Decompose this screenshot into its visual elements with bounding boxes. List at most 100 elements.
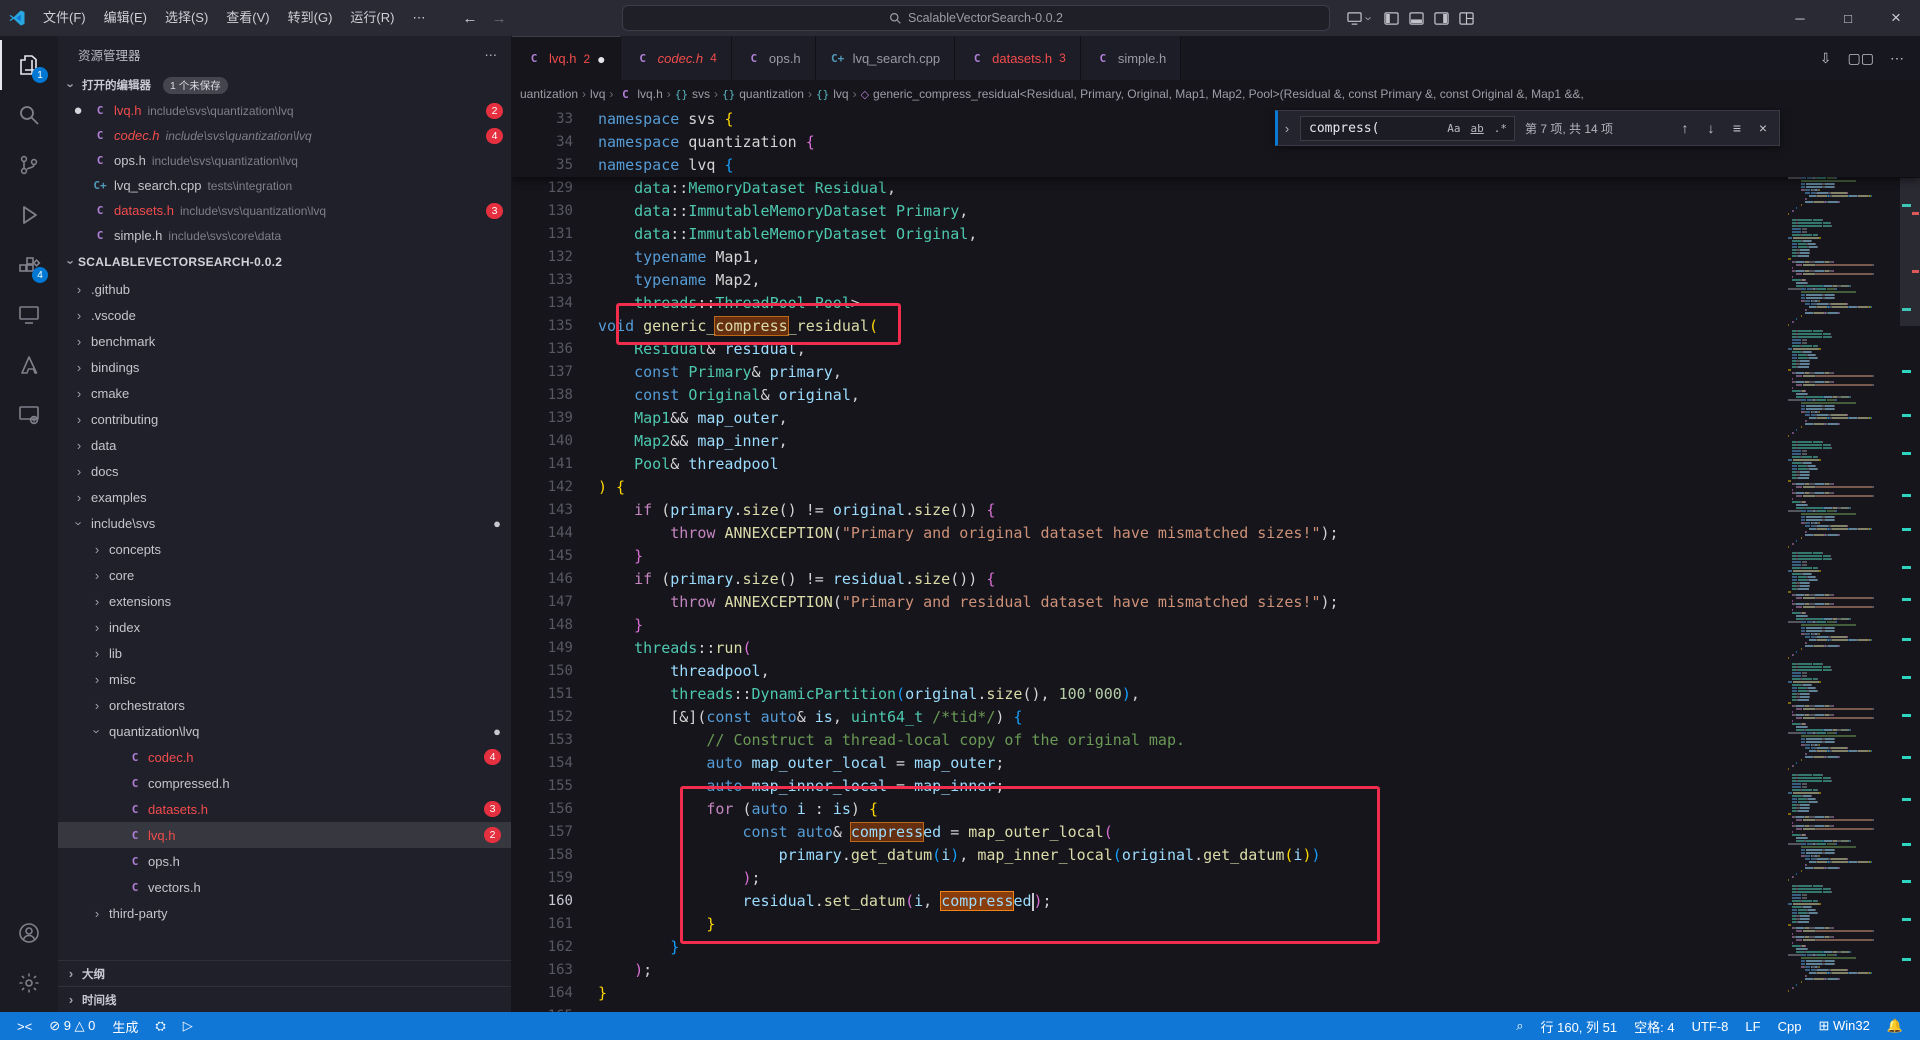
- tree-folder-contributing[interactable]: ›contributing: [58, 406, 511, 432]
- toggle-secondary-sidebar-icon[interactable]: [1434, 11, 1449, 26]
- code-line[interactable]: 158 primary.get_datum(i), map_inner_loca…: [512, 844, 1920, 867]
- menu-item-1[interactable]: 编辑(E): [95, 6, 156, 30]
- code-line[interactable]: 159 );: [512, 867, 1920, 890]
- code-line[interactable]: 141 Pool& threadpool: [512, 453, 1920, 476]
- status-gear-button[interactable]: ⛭: [148, 1012, 172, 1040]
- tree-folder-.github[interactable]: ›.github: [58, 276, 511, 302]
- split-editor-icon[interactable]: ▢▢: [1848, 50, 1874, 67]
- menu-item-3[interactable]: 查看(V): [217, 6, 278, 30]
- tree-file-ops.h[interactable]: Cops.h: [58, 848, 511, 874]
- breadcrumb-item[interactable]: ◇generic_compress_residual<Residual, Pri…: [861, 87, 1584, 101]
- tree-folder-concepts[interactable]: ›concepts: [58, 536, 511, 562]
- open-editor-item[interactable]: Csimple.hinclude\svs\core\data: [58, 223, 511, 248]
- nav-back-icon[interactable]: ←: [462, 10, 477, 27]
- code-line[interactable]: 134 threads::ThreadPool Pool>: [512, 292, 1920, 315]
- status-platform[interactable]: ⊞ Win32: [1811, 1012, 1876, 1040]
- menu-overflow[interactable]: ⋯: [403, 10, 434, 26]
- menu-item-2[interactable]: 选择(S): [156, 6, 217, 30]
- code-line[interactable]: 35namespace lvq {: [512, 154, 1920, 177]
- status-zoom-indicator[interactable]: ⌕: [1509, 1012, 1530, 1040]
- code-line[interactable]: 148 }: [512, 614, 1920, 637]
- code-line[interactable]: 129 data::MemoryDataset Residual,: [512, 177, 1920, 200]
- code-line[interactable]: 157 const auto& compressed = map_outer_l…: [512, 821, 1920, 844]
- tree-folder-misc[interactable]: ›misc: [58, 666, 511, 692]
- scrollbar-slider[interactable]: [1900, 178, 1920, 326]
- toggle-replace-icon[interactable]: ›: [1280, 121, 1294, 136]
- toggle-panel-icon[interactable]: [1409, 11, 1424, 26]
- open-editors-header[interactable]: › 打开的编辑器 1 个未保存: [58, 72, 511, 98]
- match-case-icon[interactable]: Aa: [1444, 121, 1463, 136]
- code-line[interactable]: 139 Map1&& map_outer,: [512, 407, 1920, 430]
- code-line[interactable]: 164}: [512, 982, 1920, 1005]
- tree-folder-docs[interactable]: ›docs: [58, 458, 511, 484]
- open-editor-item[interactable]: C+lvq_search.cpptests\integration: [58, 173, 511, 198]
- code-line[interactable]: 156 for (auto i : is) {: [512, 798, 1920, 821]
- code-line[interactable]: 153 // Construct a thread-local copy of …: [512, 729, 1920, 752]
- customize-layout-icon[interactable]: [1459, 11, 1474, 26]
- tree-folder-examples[interactable]: ›examples: [58, 484, 511, 510]
- breadcrumb-item[interactable]: {}quantization: [722, 87, 804, 101]
- breadcrumb-item[interactable]: Clvq.h: [617, 87, 662, 101]
- tree-file-lvq.h[interactable]: Clvq.h2: [58, 822, 511, 848]
- open-editor-item[interactable]: ●Clvq.hinclude\svs\quantization\lvq2: [58, 98, 511, 123]
- window-minimize-button[interactable]: ─: [1776, 0, 1824, 36]
- code-line[interactable]: 131 data::ImmutableMemoryDataset Origina…: [512, 223, 1920, 246]
- code-line[interactable]: 138 const Original& original,: [512, 384, 1920, 407]
- tree-file-codec.h[interactable]: Ccodec.h4: [58, 744, 511, 770]
- find-previous-icon[interactable]: ↑: [1675, 120, 1695, 136]
- activity-explorer-icon[interactable]: 1: [0, 40, 58, 90]
- code-line[interactable]: 136 Residual& residual,: [512, 338, 1920, 361]
- status-remote-indicator[interactable]: ><: [10, 1012, 39, 1040]
- code-line[interactable]: 149 threads::run(: [512, 637, 1920, 660]
- tree-folder-lib[interactable]: ›lib: [58, 640, 511, 666]
- code-line[interactable]: 165: [512, 1005, 1920, 1012]
- code-line[interactable]: 132 typename Map1,: [512, 246, 1920, 269]
- run-or-download-icon[interactable]: ⇩: [1820, 50, 1832, 67]
- minimap[interactable]: [1788, 108, 1900, 1012]
- code-line[interactable]: 147 throw ANNEXCEPTION("Primary and resi…: [512, 591, 1920, 614]
- code-line[interactable]: 152 [&](const auto& is, uint64_t /*tid*/…: [512, 706, 1920, 729]
- tree-folder-cmake[interactable]: ›cmake: [58, 380, 511, 406]
- status-notifications-bell[interactable]: 🔔: [1880, 1012, 1910, 1040]
- activity-source-control-icon[interactable]: [0, 140, 58, 190]
- find-input[interactable]: compress( Aa ab .*: [1300, 116, 1515, 141]
- code-line[interactable]: 150 threadpool,: [512, 660, 1920, 683]
- code-line[interactable]: 143 if (primary.size() != original.size(…: [512, 499, 1920, 522]
- code-line[interactable]: 144 throw ANNEXCEPTION("Primary and orig…: [512, 522, 1920, 545]
- command-center-search[interactable]: ScalableVectorSearch-0.0.2: [622, 5, 1330, 31]
- activity-settings-icon[interactable]: [0, 958, 58, 1008]
- activity-search-icon[interactable]: [0, 90, 58, 140]
- tree-folder-orchestrators[interactable]: ›orchestrators: [58, 692, 511, 718]
- tree-folder-index[interactable]: ›index: [58, 614, 511, 640]
- tab-lvq-search.cpp[interactable]: C+lvq_search.cpp: [816, 36, 955, 80]
- breadcrumb-item[interactable]: uantization: [520, 87, 578, 101]
- code-line[interactable]: 154 auto map_outer_local = map_outer;: [512, 752, 1920, 775]
- code-line[interactable]: 130 data::ImmutableMemoryDataset Primary…: [512, 200, 1920, 223]
- tree-file-datasets.h[interactable]: Cdatasets.h3: [58, 796, 511, 822]
- code-line[interactable]: 161 }: [512, 913, 1920, 936]
- status-encoding[interactable]: UTF-8: [1685, 1012, 1736, 1040]
- whole-word-icon[interactable]: ab: [1468, 121, 1487, 136]
- status-cursor-position[interactable]: 行 160, 列 51: [1534, 1012, 1625, 1040]
- status-eol[interactable]: LF: [1738, 1012, 1767, 1040]
- code-line[interactable]: 160 residual.set_datum(i, compressed);: [512, 890, 1920, 913]
- window-maximize-button[interactable]: □: [1824, 0, 1872, 36]
- code-line[interactable]: 145 }: [512, 545, 1920, 568]
- open-editor-item[interactable]: Ccodec.hinclude\svs\quantization\lvq4: [58, 123, 511, 148]
- tree-folder-.vscode[interactable]: ›.vscode: [58, 302, 511, 328]
- open-editor-item[interactable]: Cops.hinclude\svs\quantization\lvq: [58, 148, 511, 173]
- activity-custom-tool-icon[interactable]: [0, 390, 58, 440]
- status-build-button[interactable]: 生成: [105, 1012, 145, 1040]
- code-line[interactable]: 162 }: [512, 936, 1920, 959]
- tab-simple.h[interactable]: Csimple.h: [1081, 36, 1181, 80]
- tree-folder-benchmark[interactable]: ›benchmark: [58, 328, 511, 354]
- code-line[interactable]: 133 typename Map2,: [512, 269, 1920, 292]
- activity-remote-explorer-icon[interactable]: [0, 290, 58, 340]
- status-run-button[interactable]: ▷: [176, 1012, 200, 1040]
- activity-azure-icon[interactable]: [0, 340, 58, 390]
- tree-file-compressed.h[interactable]: Ccompressed.h: [58, 770, 511, 796]
- activity-account-icon[interactable]: [0, 908, 58, 958]
- tree-folder-include-svs[interactable]: ›include\svs●: [58, 510, 511, 536]
- nav-forward-icon[interactable]: →: [491, 10, 506, 27]
- breadcrumb-item[interactable]: {}svs: [675, 87, 710, 101]
